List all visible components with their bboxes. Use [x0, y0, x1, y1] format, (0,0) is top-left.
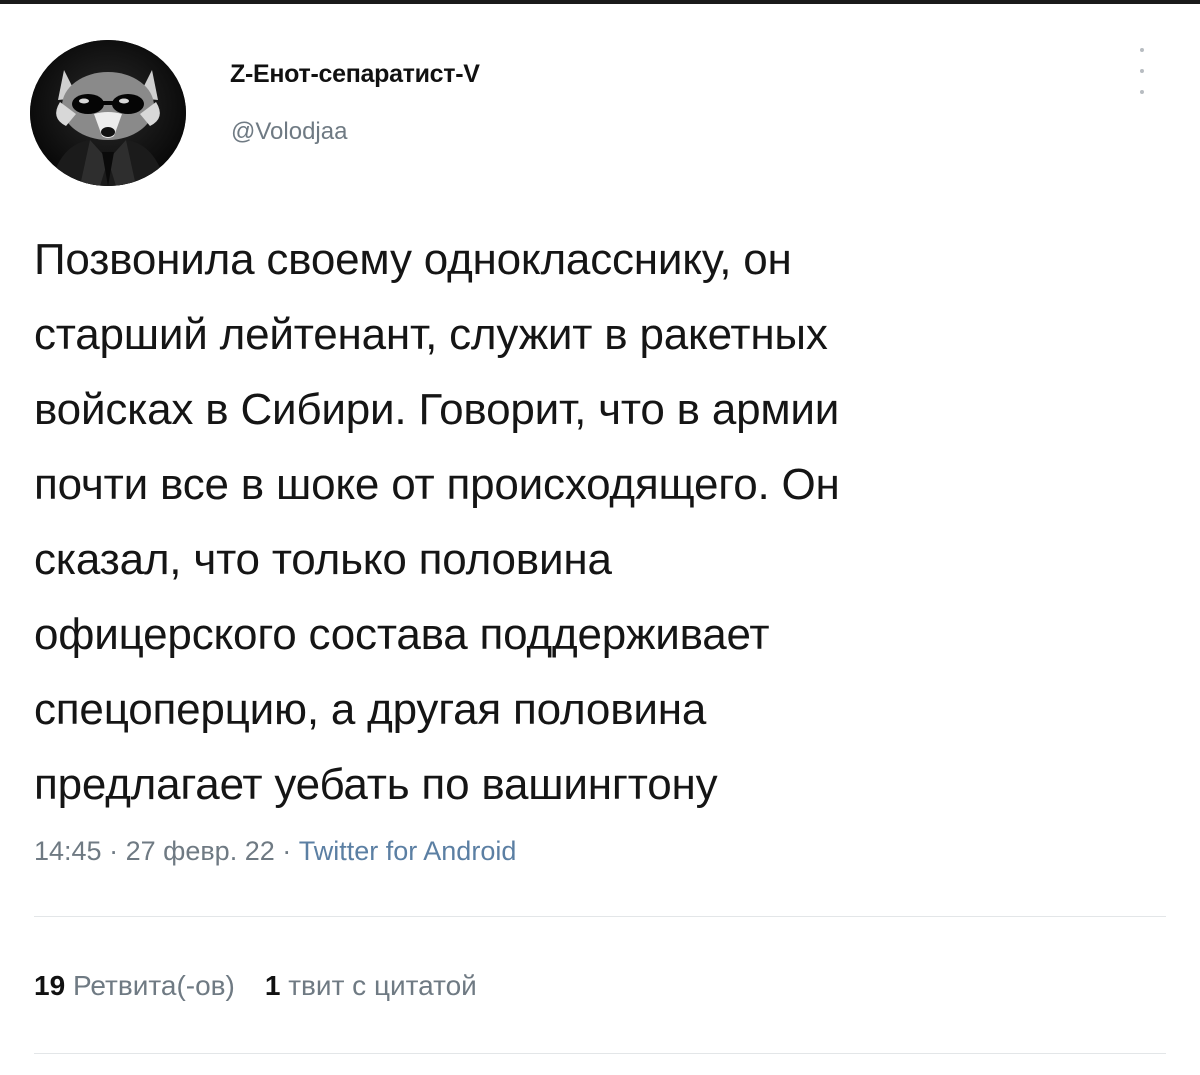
meta-separator: · [101, 836, 126, 866]
tweet-meta: 14:45 · 27 февр. 22 · Twitter for Androi… [34, 836, 516, 867]
tweet-source-link[interactable]: Twitter for Android [299, 836, 517, 866]
display-name[interactable]: Z-Енот-сепаратист-V [230, 60, 480, 89]
quotes-count: 1 [264, 970, 281, 1001]
retweets-stat[interactable]: 19 Ретвита(-ов) [34, 970, 235, 1002]
more-dot [1140, 90, 1144, 94]
top-border [0, 0, 1200, 4]
more-dot [1140, 69, 1144, 73]
retweets-count: 19 [34, 970, 66, 1001]
tweet-stats: 19 Ретвита(-ов) 1 твит с цитатой [34, 970, 477, 1002]
user-handle[interactable]: @Volodjaa [231, 118, 347, 146]
more-dot [1140, 48, 1144, 52]
retweets-label: Ретвита(-ов) [72, 970, 235, 1001]
more-vertical-icon[interactable] [1130, 48, 1154, 94]
tweet-text: Позвонила своему однокласснику, он старш… [34, 235, 840, 809]
meta-separator: · [274, 836, 299, 866]
quotes-stat[interactable]: 1 твит с цитатой [265, 970, 477, 1002]
quotes-label: твит с цитатой [288, 970, 477, 1001]
divider [34, 916, 1166, 917]
raccoon-avatar-icon[interactable] [30, 40, 186, 186]
tweet-date[interactable]: 27 февр. 22 [126, 836, 275, 866]
divider [34, 1053, 1166, 1054]
tweet-time[interactable]: 14:45 [34, 836, 102, 866]
